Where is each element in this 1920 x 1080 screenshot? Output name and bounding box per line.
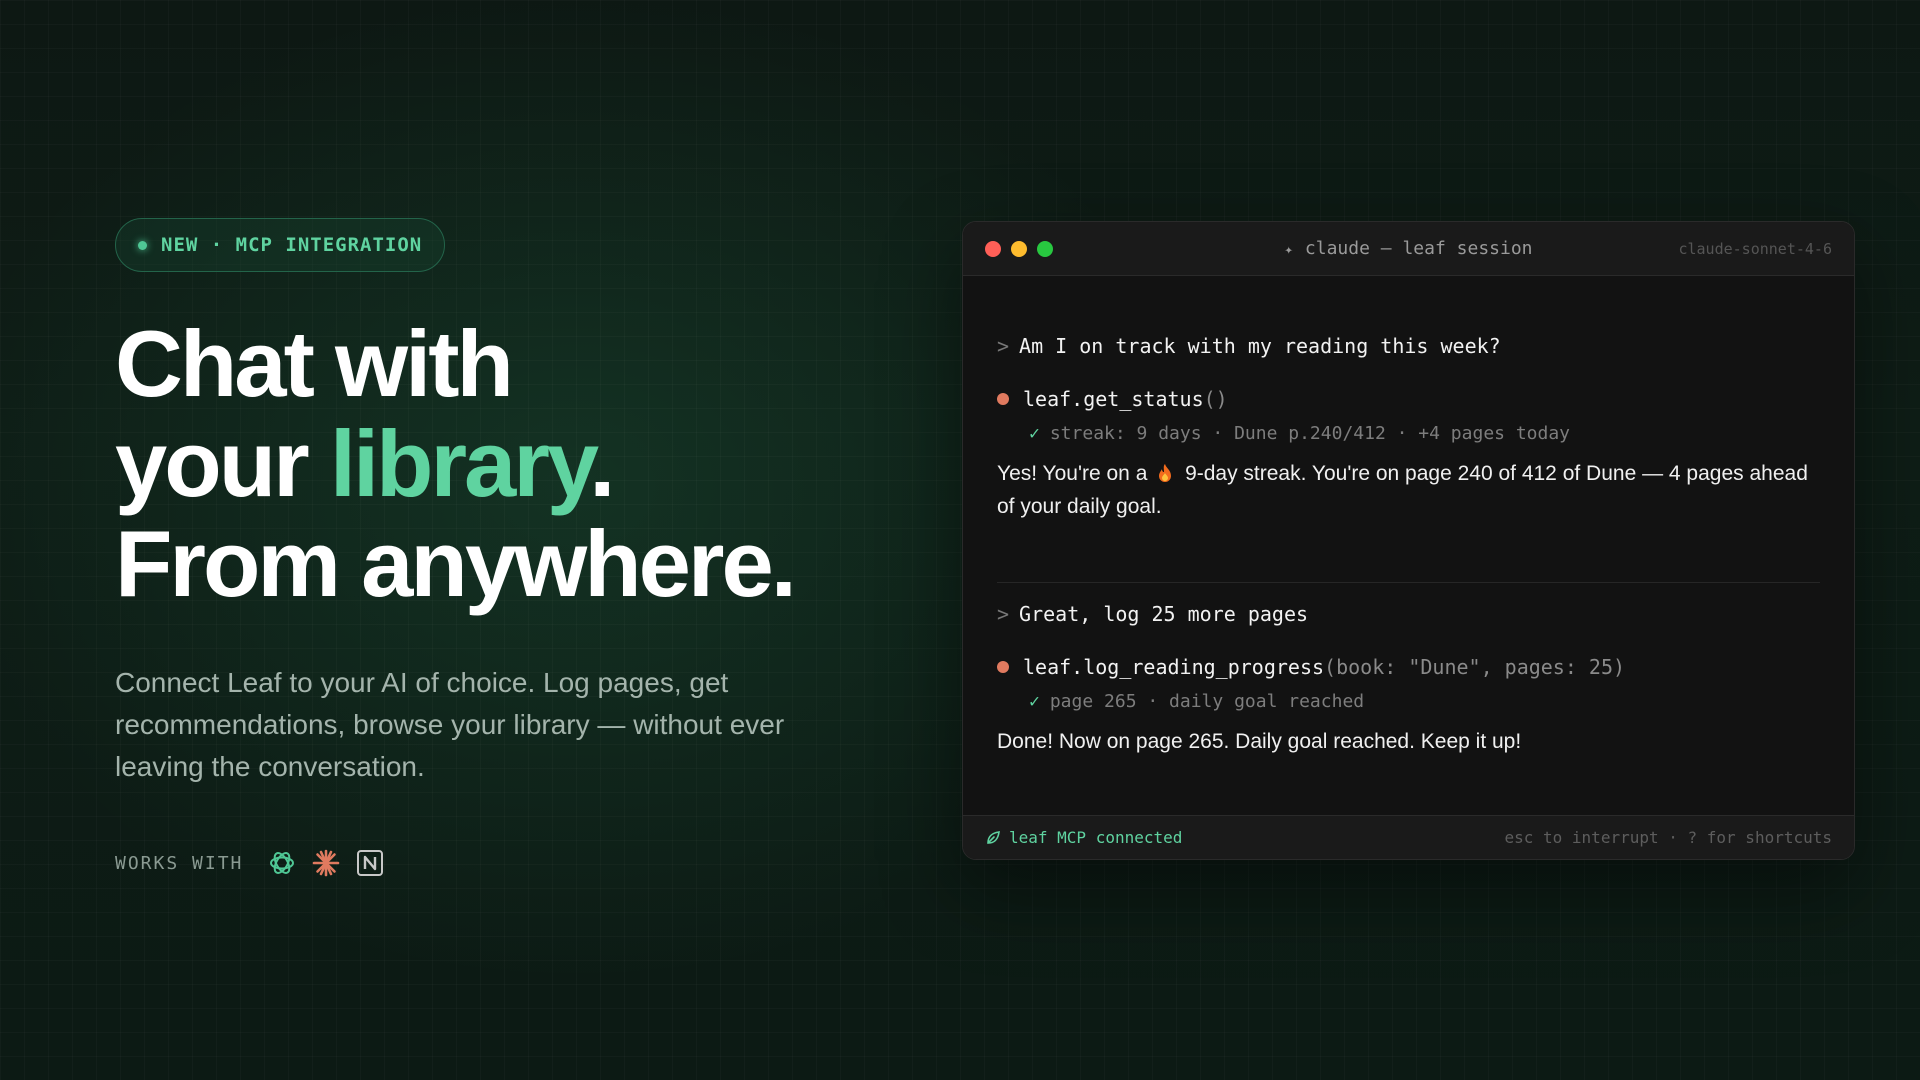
tool-result-text: streak: 9 days · Dune p.240/412 · +4 pag…	[1049, 423, 1571, 444]
leaf-icon	[987, 830, 1000, 844]
hero-line-2-prefix: your	[115, 411, 330, 516]
hero-line-2-suffix: .	[589, 411, 615, 516]
terminal-statusbar: leaf MCP connected esc to interrupt · ? …	[963, 815, 1854, 859]
badge-text: NEW · MCP INTEGRATION	[161, 234, 423, 256]
tool-result: ✓ page 265 · daily goal reached	[1029, 691, 1364, 712]
keyboard-hints: esc to interrupt · ? for shortcuts	[1504, 828, 1832, 847]
hero-heading: Chat with your library. From anywhere.	[115, 314, 875, 614]
hero-line-3: From anywhere.	[115, 511, 797, 616]
model-name: claude-sonnet-4-6	[1678, 239, 1832, 258]
works-with-row: WORKS WITH	[115, 848, 875, 878]
message-divider	[997, 582, 1820, 583]
user-prompt-text: Am I on track with my reading this week?	[1019, 334, 1501, 358]
tool-result-text: page 265 · daily goal reached	[1049, 691, 1365, 712]
tool-call: leaf.get_status()	[997, 387, 1228, 411]
new-badge[interactable]: NEW · MCP INTEGRATION	[115, 218, 446, 272]
fire-icon	[1159, 464, 1172, 482]
assistant-reply: Yes! You're on a 9-day streak. You're on…	[997, 457, 1820, 523]
claude-icon	[313, 849, 340, 877]
assistant-reply: Done! Now on page 265. Daily goal reache…	[997, 725, 1820, 758]
user-prompt: > Am I on track with my reading this week…	[997, 334, 1501, 358]
tool-result: ✓ streak: 9 days · Dune p.240/412 · +4 pa…	[1029, 423, 1570, 444]
sparkle-icon: ✦	[1284, 242, 1293, 258]
badge-dot-icon	[138, 240, 147, 250]
terminal-title-text: claude — leaf session	[1304, 238, 1533, 259]
tool-call-dot-icon	[997, 393, 1009, 405]
check-icon: ✓	[1029, 691, 1040, 712]
hero-section: NEW · MCP INTEGRATION Chat with your lib…	[115, 218, 875, 878]
terminal-body: > Am I on track with my reading this week…	[963, 276, 1854, 807]
hero-line-1: Chat with	[115, 311, 514, 416]
user-prompt: > Great, log 25 more pages	[997, 602, 1308, 626]
prompt-caret-icon: >	[997, 334, 1010, 358]
prompt-caret-icon: >	[997, 602, 1010, 626]
connection-status: leaf MCP connected	[985, 828, 1182, 847]
tool-args: (book: "Dune", pages: 25)	[1324, 655, 1626, 679]
tool-call: leaf.log_reading_progress (book: "Dune", …	[997, 655, 1625, 679]
tool-args: ()	[1203, 387, 1228, 411]
connection-status-text: leaf MCP connected	[1009, 828, 1183, 847]
hero-subtitle: Connect Leaf to your AI of choice. Log p…	[115, 667, 785, 782]
tool-name: leaf.get_status	[1023, 387, 1204, 411]
user-prompt-text: Great, log 25 more pages	[1019, 602, 1309, 626]
notion-icon	[357, 850, 384, 876]
terminal-window: ✦ claude — leaf session claude-sonnet-4-6…	[962, 221, 1855, 860]
hero-line-2-accent: library	[329, 411, 592, 516]
tool-call-dot-icon	[997, 661, 1009, 673]
integration-logos	[267, 848, 385, 878]
check-icon: ✓	[1029, 423, 1040, 444]
openai-icon	[270, 852, 295, 874]
terminal-titlebar: ✦ claude — leaf session claude-sonnet-4-6	[963, 222, 1854, 276]
tool-name: leaf.log_reading_progress	[1023, 655, 1325, 679]
assistant-reply-text: Done! Now on page 265. Daily goal reache…	[997, 730, 1522, 753]
works-with-label: WORKS WITH	[115, 852, 244, 874]
assistant-reply-pre: Yes! You're on a	[997, 462, 1148, 485]
